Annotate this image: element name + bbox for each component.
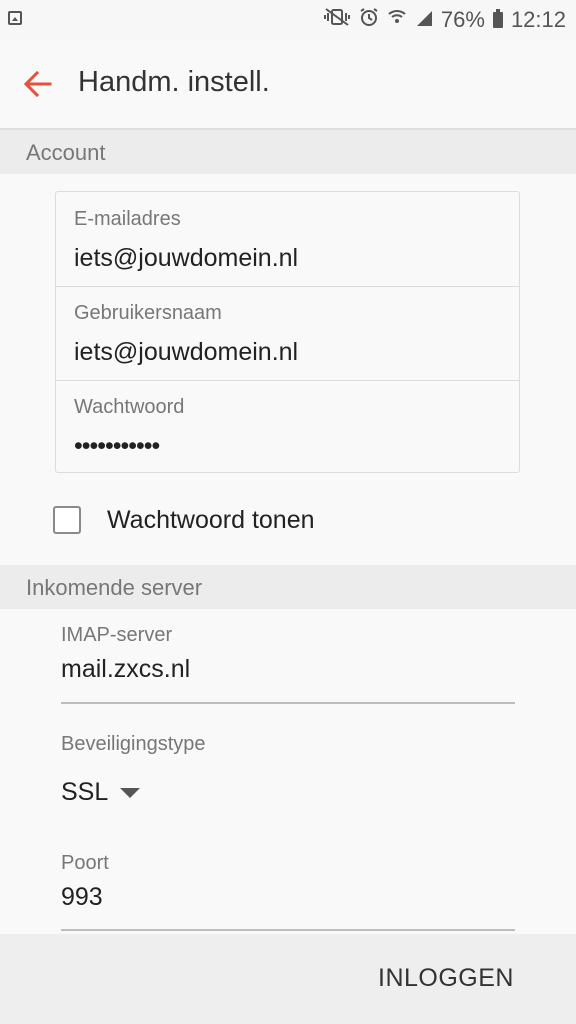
password-label: Wachtwoord <box>74 396 185 418</box>
imap-server-field[interactable]: IMAP-server mail.zxcs.nl <box>61 624 515 684</box>
battery-percent: 76% <box>440 7 485 32</box>
status-bar: 76% 12:12 <box>0 0 576 40</box>
email-field[interactable]: E-mailadres iets@jouwdomein.nl <box>56 192 519 287</box>
alarm-icon <box>359 7 379 33</box>
imap-server-underline <box>61 702 515 704</box>
signal-icon <box>415 7 433 33</box>
mute-vibrate-icon <box>323 7 351 33</box>
security-type-field[interactable]: Beveiligingstype SSL <box>61 733 515 807</box>
account-card: E-mailadres iets@jouwdomein.nl Gebruiker… <box>55 191 520 473</box>
clock: 12:12 <box>510 7 566 32</box>
port-field[interactable]: Poort 993 <box>61 852 515 912</box>
security-type-dropdown[interactable]: SSL <box>61 778 515 807</box>
password-value[interactable]: ••••••••••• <box>74 432 160 461</box>
section-title: Account <box>26 140 106 165</box>
incoming-server-section-header: Inkomende server <box>0 565 576 609</box>
dropdown-arrow-icon <box>120 787 141 798</box>
show-password-checkbox-row[interactable]: Wachtwoord tonen <box>53 502 315 538</box>
email-label: E-mailadres <box>74 208 181 230</box>
email-value[interactable]: iets@jouwdomein.nl <box>74 244 298 273</box>
imap-server-input[interactable]: mail.zxcs.nl <box>61 655 515 684</box>
security-type-label: Beveiligingstype <box>61 733 206 755</box>
section-title: Inkomende server <box>26 575 203 600</box>
arrow-back-icon[interactable] <box>20 66 56 102</box>
app-bar: Handm. instell. <box>0 40 576 130</box>
show-password-checkbox[interactable] <box>53 506 81 534</box>
status-icons: 76% 12:12 <box>323 7 566 33</box>
username-label: Gebruikersnaam <box>74 302 222 324</box>
page-title: Handm. instell. <box>78 66 270 98</box>
password-field[interactable]: Wachtwoord ••••••••••• <box>56 380 519 474</box>
security-type-value: SSL <box>61 778 109 806</box>
imap-server-label: IMAP-server <box>61 624 173 646</box>
account-section-header: Account <box>0 130 576 174</box>
port-underline <box>61 929 515 931</box>
wifi-icon <box>387 7 407 33</box>
battery-icon <box>492 9 503 28</box>
login-button[interactable]: INLOGGEN <box>378 964 514 993</box>
username-field[interactable]: Gebruikersnaam iets@jouwdomein.nl <box>56 286 519 381</box>
show-password-label: Wachtwoord tonen <box>107 505 315 534</box>
port-label: Poort <box>61 852 109 874</box>
username-value[interactable]: iets@jouwdomein.nl <box>74 338 298 367</box>
port-input[interactable]: 993 <box>61 883 515 912</box>
image-icon <box>8 11 22 25</box>
bottom-action-bar: INLOGGEN <box>0 934 576 1024</box>
